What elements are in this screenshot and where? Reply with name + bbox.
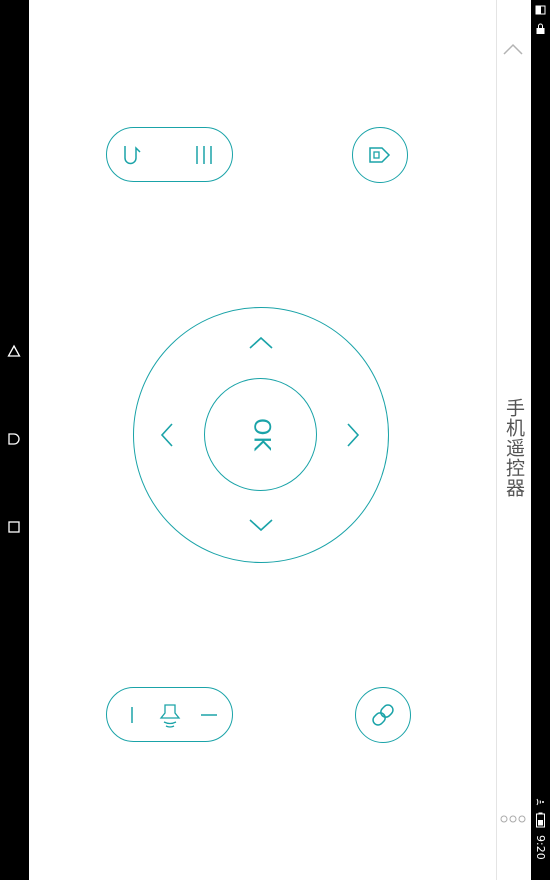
- dpad-up[interactable]: [246, 334, 276, 352]
- volume-pill: [106, 687, 233, 742]
- dpad-down[interactable]: [246, 516, 276, 534]
- link-button[interactable]: [355, 687, 411, 743]
- dpad-left[interactable]: [158, 420, 176, 450]
- status-bar: 下午9:20: [531, 0, 550, 880]
- house-icon: [369, 147, 391, 163]
- status-time: 下午9:20: [534, 835, 550, 860]
- home-button[interactable]: [352, 127, 408, 183]
- dpad-right[interactable]: [344, 420, 362, 450]
- ok-button[interactable]: OK: [204, 378, 317, 491]
- recents-icon[interactable]: [8, 521, 20, 533]
- lock-icon: [536, 23, 545, 34]
- remote-panel: OK: [29, 0, 496, 880]
- notification-icon: [535, 5, 546, 15]
- wifi-icon: [536, 798, 544, 806]
- dpad: OK: [133, 307, 389, 563]
- link-icon: [372, 704, 394, 726]
- volume-down-button[interactable]: [122, 703, 142, 727]
- ok-label: OK: [248, 418, 274, 452]
- back-menu-pill: [106, 127, 233, 182]
- home-icon[interactable]: [7, 432, 21, 446]
- title-panel: 手机遥控器: [496, 0, 532, 880]
- app-title: 手机遥控器: [503, 398, 525, 498]
- menu-button[interactable]: [192, 143, 216, 167]
- more-dots-icon[interactable]: [499, 813, 527, 825]
- mute-button[interactable]: [157, 701, 183, 729]
- collapse-chevron-icon[interactable]: [501, 40, 525, 60]
- volume-up-button[interactable]: [197, 703, 221, 727]
- back-icon[interactable]: [7, 344, 21, 358]
- back-button[interactable]: [119, 142, 147, 168]
- battery-icon: [536, 812, 545, 828]
- navigation-bar: [0, 0, 29, 880]
